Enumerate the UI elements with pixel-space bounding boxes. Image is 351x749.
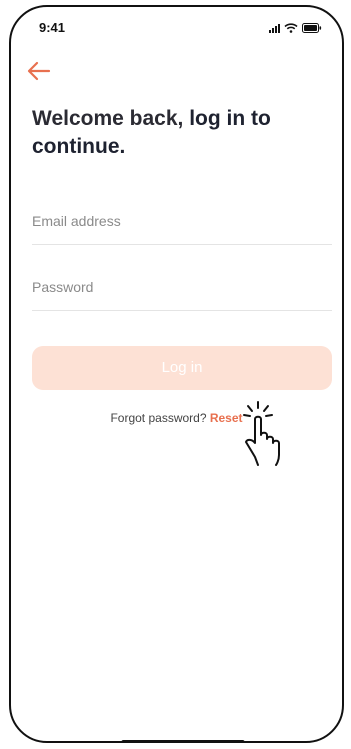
status-time: 9:41 bbox=[39, 20, 66, 35]
signal-icon bbox=[269, 23, 280, 33]
status-bar: 9:41 bbox=[11, 7, 342, 47]
wifi-icon bbox=[284, 23, 298, 33]
battery-icon bbox=[302, 23, 322, 33]
password-field bbox=[32, 273, 332, 311]
phone-screen: 9:41 Welcome back, log in to continue. E… bbox=[9, 5, 344, 743]
headline-regular: Welcome back, bbox=[32, 107, 190, 130]
home-indicator[interactable] bbox=[121, 740, 245, 741]
login-button[interactable]: Log in bbox=[32, 346, 332, 390]
back-button[interactable] bbox=[25, 59, 53, 83]
back-arrow-icon bbox=[27, 61, 51, 81]
forgot-password-text: Forgot password? bbox=[110, 411, 210, 425]
password-input[interactable] bbox=[32, 273, 332, 301]
page-title: Welcome back, log in to continue. bbox=[32, 105, 322, 161]
email-field bbox=[32, 207, 332, 245]
status-icons bbox=[269, 23, 322, 33]
forgot-password-row: Forgot password? Reset bbox=[11, 411, 342, 425]
email-input[interactable] bbox=[32, 207, 332, 235]
tap-hand-icon bbox=[243, 401, 280, 466]
